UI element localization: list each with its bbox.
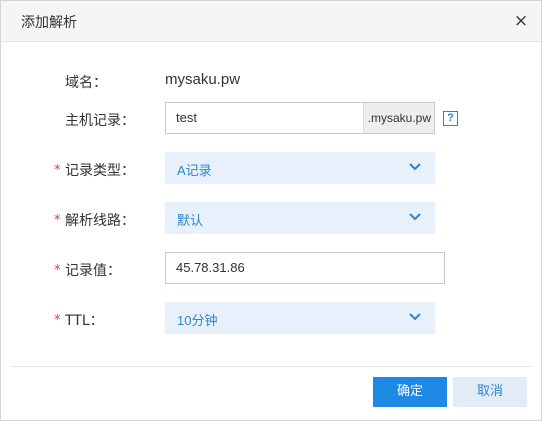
- record-type-row: * 记录类型： A记录: [1, 152, 541, 184]
- chevron-down-icon: [409, 313, 421, 321]
- record-value-label: 记录值：: [65, 263, 121, 279]
- required-marker: *: [54, 263, 61, 278]
- close-icon[interactable]: ×: [509, 9, 533, 33]
- domain-row: 域名： mysaku.pw: [1, 64, 541, 96]
- host-label: 主机记录：: [65, 113, 135, 129]
- dialog-title: 添加解析: [21, 15, 77, 31]
- footer-divider: [11, 366, 531, 367]
- host-input[interactable]: test: [176, 103, 197, 133]
- ttl-select[interactable]: 10分钟: [165, 302, 435, 334]
- host-domain-suffix: .mysaku.pw: [362, 103, 434, 133]
- host-field: test .mysaku.pw: [165, 102, 435, 134]
- record-type-value: A记录: [177, 163, 212, 178]
- required-marker: *: [54, 213, 61, 228]
- ttl-label: TTL：: [65, 313, 104, 329]
- ttl-value: 10分钟: [177, 313, 218, 328]
- line-label: 解析线路：: [65, 213, 135, 229]
- domain-value: mysaku.pw: [165, 71, 241, 88]
- help-icon[interactable]: ?: [443, 111, 458, 126]
- chevron-down-icon: [409, 213, 421, 221]
- add-record-dialog: 添加解析 × 域名： mysaku.pw 主机记录： test .mysaku.…: [0, 0, 542, 421]
- line-value: 默认: [177, 213, 204, 228]
- record-type-label: 记录类型：: [65, 163, 135, 179]
- record-type-select[interactable]: A记录: [165, 152, 435, 184]
- domain-label: 域名：: [65, 75, 107, 91]
- required-marker: *: [54, 313, 61, 328]
- dialog-header: 添加解析 ×: [1, 1, 541, 42]
- record-value-input[interactable]: 45.78.31.86: [165, 252, 445, 284]
- line-row: * 解析线路： 默认: [1, 202, 541, 234]
- host-row: 主机记录： test .mysaku.pw ?: [1, 102, 541, 134]
- chevron-down-icon: [409, 163, 421, 171]
- required-marker: *: [54, 163, 61, 178]
- line-select[interactable]: 默认: [165, 202, 435, 234]
- cancel-button[interactable]: 取消: [453, 377, 527, 407]
- record-value-row: * 记录值： 45.78.31.86: [1, 252, 541, 284]
- ttl-row: * TTL： 10分钟: [1, 302, 541, 334]
- confirm-button[interactable]: 确定: [373, 377, 447, 407]
